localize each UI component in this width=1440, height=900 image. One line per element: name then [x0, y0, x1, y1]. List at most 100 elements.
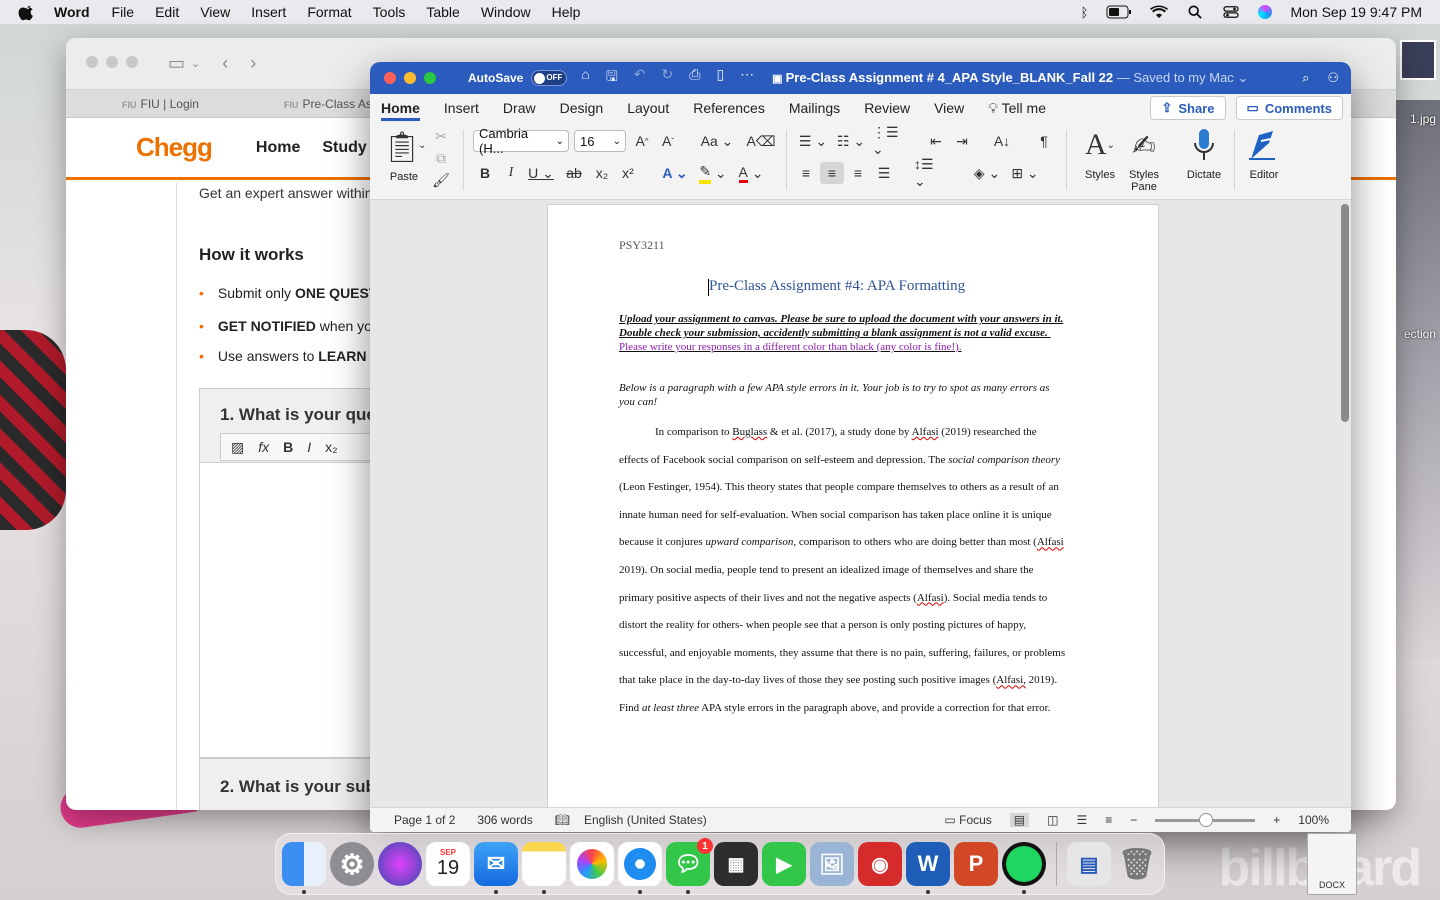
font-size-select[interactable]: 16 ⌄	[574, 130, 626, 152]
redo-icon[interactable]: ↻	[662, 66, 674, 90]
show-formatting-icon[interactable]: ¶	[1034, 130, 1054, 152]
calendar-icon[interactable]: SEP 19	[426, 842, 470, 886]
multilevel-list-icon[interactable]: ⋮☰ ⌄	[872, 124, 906, 157]
increase-indent-icon[interactable]: ⇥	[952, 130, 972, 152]
document-instructions[interactable]: Upload your assignment to canvas. Please…	[619, 312, 1064, 354]
document-task-prompt[interactable]: Below is a paragraph with a few APA styl…	[619, 381, 1064, 409]
photos-icon[interactable]	[570, 842, 614, 886]
strikethrough-icon[interactable]: ab	[564, 162, 584, 184]
bullets-icon[interactable]: ☰ ⌄	[796, 130, 830, 152]
bold-icon[interactable]: B	[283, 439, 293, 455]
text-effects-icon[interactable]: A ⌄	[658, 162, 692, 184]
desktop-file-label[interactable]: 1.jpg	[1410, 112, 1436, 126]
highlight-color-icon[interactable]: ✎ ⌄	[696, 162, 730, 184]
clear-formatting-icon[interactable]: A⌫	[746, 130, 775, 152]
new-document-icon[interactable]: ▯	[716, 66, 724, 90]
messages-icon[interactable]: 💬︎ 1	[666, 838, 713, 894]
decrease-font-size-icon[interactable]: Aˇ	[658, 130, 678, 152]
chevron-down-icon[interactable]: ⌄	[191, 57, 200, 70]
align-left-icon[interactable]: ≡	[796, 162, 816, 184]
subscript-icon[interactable]: x₂	[325, 439, 337, 455]
document-color-instruction[interactable]: Please write your responses in a differe…	[619, 341, 962, 353]
tab-review[interactable]: Review	[864, 100, 910, 116]
chegg-logo[interactable]: Chegg	[136, 132, 213, 163]
zoom-out-icon[interactable]: −	[1130, 813, 1137, 827]
draft-view-icon[interactable]: ≡	[1105, 813, 1112, 827]
page-count[interactable]: Page 1 of 2	[394, 813, 455, 827]
styles-icon[interactable]: A ⌄	[1078, 126, 1122, 164]
change-case-icon[interactable]: Aa ⌄	[700, 130, 734, 152]
copy-icon[interactable]: ⧉	[433, 150, 449, 166]
browser-tab-fiu-login[interactable]: FIU FIU | Login	[66, 97, 256, 111]
tab-layout[interactable]: Layout	[627, 100, 669, 116]
wifi-icon[interactable]	[1150, 5, 1169, 19]
decrease-indent-icon[interactable]: ⇤	[926, 130, 946, 152]
italic-icon[interactable]: I	[307, 439, 311, 455]
shading-icon[interactable]: ◈ ⌄	[970, 162, 1004, 184]
menu-view[interactable]: View	[200, 4, 230, 20]
increase-font-size-icon[interactable]: A ^	[632, 130, 652, 152]
autosave-toggle[interactable]: AutoSave OFF	[468, 70, 568, 86]
undo-icon[interactable]: ↶	[634, 66, 646, 90]
zoom-slider[interactable]	[1155, 812, 1256, 827]
sidebar-toggle-icon[interactable]: ▭	[168, 53, 185, 74]
editor-label[interactable]: Editor	[1242, 169, 1286, 181]
menu-edit[interactable]: Edit	[155, 4, 179, 20]
paste-label[interactable]: Paste	[386, 171, 422, 183]
zoom-in-icon[interactable]: +	[1273, 813, 1280, 827]
document-course-code[interactable]: PSY3211	[619, 238, 665, 253]
numbering-icon[interactable]: ☷ ⌄	[834, 130, 868, 152]
language-indicator[interactable]: English (United States)	[584, 813, 707, 827]
mail-icon[interactable]: ✉	[474, 842, 518, 894]
microphone-icon[interactable]	[1186, 126, 1222, 164]
outline-view-icon[interactable]: ☰	[1076, 813, 1087, 827]
tab-view[interactable]: View	[934, 100, 964, 116]
forward-icon[interactable]: ›	[250, 53, 256, 74]
control-center-icon[interactable]	[1222, 5, 1240, 19]
paste-icon[interactable]: 📋︎	[383, 130, 421, 164]
menubar-clock[interactable]: Mon Sep 19 9:47 PM	[1290, 4, 1422, 20]
preview-icon[interactable]: 🖼︎	[810, 842, 854, 886]
microsoft-word-icon[interactable]: W	[906, 842, 950, 894]
tab-draw[interactable]: Draw	[503, 100, 536, 116]
spotify-icon[interactable]	[1002, 842, 1046, 894]
styles-pane-label[interactable]: Styles Pane	[1122, 169, 1166, 193]
print-icon[interactable]: ⎙	[689, 66, 700, 90]
print-layout-icon[interactable]: ▤	[1009, 813, 1030, 827]
comments-button[interactable]: ▭ Comments	[1235, 96, 1343, 120]
calculator-icon[interactable]: ▦	[714, 842, 758, 886]
chegg-nav-home[interactable]: Home	[256, 139, 300, 157]
web-layout-icon[interactable]: ◫	[1047, 813, 1058, 827]
italic-icon[interactable]: I	[502, 162, 520, 184]
bluetooth-icon[interactable]: ᛒ	[1081, 5, 1089, 20]
word-count[interactable]: 306 words	[477, 813, 532, 827]
facetime-icon[interactable]: ▶	[762, 842, 806, 886]
apple-logo-icon[interactable]	[18, 3, 36, 21]
window-controls-inactive[interactable]	[86, 55, 146, 73]
menu-file[interactable]: File	[112, 4, 135, 20]
close-window-button[interactable]	[384, 72, 396, 84]
microsoft-powerpoint-icon[interactable]: P	[954, 842, 998, 886]
minimize-window-button[interactable]	[404, 72, 416, 84]
line-spacing-icon[interactable]: ↕☰ ⌄	[914, 156, 948, 189]
share-profile-icon[interactable]: ⚇	[1327, 70, 1339, 86]
autosave-switch[interactable]: OFF	[531, 70, 568, 86]
menu-help[interactable]: Help	[552, 4, 581, 20]
document-title-heading[interactable]: Pre-Class Assignment #4: APA Formatting	[707, 278, 965, 296]
menu-tools[interactable]: Tools	[373, 4, 406, 20]
dictate-label[interactable]: Dictate	[1182, 169, 1226, 181]
tab-home[interactable]: Home	[381, 95, 420, 121]
styles-label[interactable]: Styles	[1078, 169, 1122, 181]
format-painter-icon[interactable]: 🖌︎	[432, 172, 450, 188]
notes-icon[interactable]	[522, 842, 566, 894]
tell-me-search[interactable]: 💡︎ Tell me	[988, 100, 1046, 117]
chevron-down-icon[interactable]: ⌄	[418, 140, 426, 151]
focus-mode-button[interactable]: ▭ Focus	[944, 813, 991, 827]
desktop-image-thumbnail[interactable]	[1400, 40, 1436, 80]
battery-icon[interactable]	[1106, 5, 1132, 19]
downloads-stack-icon[interactable]: ▤	[1067, 842, 1111, 886]
styles-pane-icon[interactable]: ✍︎	[1126, 126, 1162, 164]
cut-icon[interactable]: ✂	[433, 128, 449, 144]
document-paragraph[interactable]: In comparison to Buglass & et al. (2017)…	[619, 419, 1067, 723]
safari-icon[interactable]	[618, 842, 662, 894]
